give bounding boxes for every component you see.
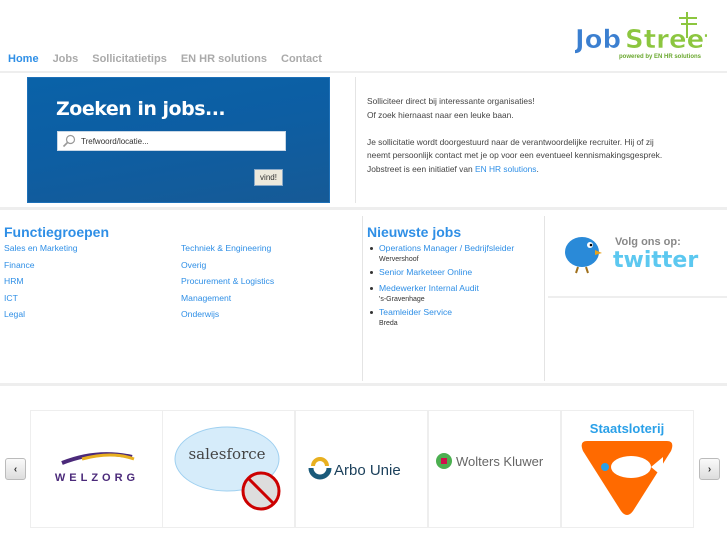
twitter-follow[interactable]: Volg ons op: twitter [560,230,710,278]
job-location: 's-Gravenhage [379,296,425,303]
divider [355,77,356,203]
twitter-label: Volg ons op: [615,236,681,248]
nieuwste-jobs-title: Nieuwste jobs [367,224,462,240]
carousel-next-button[interactable]: › [699,458,720,480]
nav-home[interactable]: Home [8,53,39,65]
salesforce-text: salesforce [188,445,265,463]
job-location: Breda [379,320,398,327]
category-link[interactable]: Overig [181,260,274,277]
search-title: Zoeken in jobs... [56,98,226,120]
category-link[interactable]: Sales en Marketing [4,243,78,260]
category-link[interactable]: ICT [4,293,78,310]
category-link[interactable]: Legal [4,309,78,326]
logo-job: Job [575,25,621,55]
carousel-prev-button[interactable]: ‹ [5,458,26,480]
intro-text: Solliciteer direct bij interessante orga… [367,95,667,176]
category-link[interactable]: Onderwijs [181,309,274,326]
job-item: Teamleider Service Breda [367,307,542,327]
divider [544,216,545,381]
intro-line: Solliciteer direct bij interessante orga… [367,96,535,106]
partner-logo-welzorg[interactable]: WELZORG [30,410,163,528]
job-item: Medewerker Internal Audit 's-Gravenhage [367,283,542,303]
logo-street: Street [625,25,707,55]
partner-logo-staatsloterij[interactable]: Staatsloterij [561,410,694,528]
nav-en-hr-solutions[interactable]: EN HR solutions [181,53,267,65]
category-link[interactable]: HRM [4,276,78,293]
partner-logo-salesforce[interactable]: salesforce [162,410,295,528]
main-nav: Home Jobs Sollicitatietips EN HR solutio… [8,53,322,65]
job-link[interactable]: Operations Manager / Bedrijfsleider [379,243,514,253]
job-link[interactable]: Senior Marketeer Online [379,267,472,277]
functiegroepen-title: Functiegroepen [4,224,110,240]
chevron-right-icon: › [707,463,712,475]
welzorg-text: WELZORG [54,472,138,484]
job-link[interactable]: Medewerker Internal Audit [379,283,479,293]
divider [548,296,727,298]
nav-sollicitatietips[interactable]: Sollicitatietips [92,53,167,65]
divider [0,207,727,210]
en-hr-link[interactable]: EN HR solutions [475,164,536,174]
nav-jobs[interactable]: Jobs [53,53,79,65]
jobs-list: Operations Manager / Bedrijfsleider Werve… [367,243,542,331]
job-item: Operations Manager / Bedrijfsleider Werve… [367,243,542,263]
divider [0,383,727,386]
divider [0,71,727,73]
search-input[interactable]: Trefwoord/locatie... [57,131,286,151]
functiegroepen-col2: Techniek & Engineering Overig Procuremen… [181,243,274,326]
category-link[interactable]: Procurement & Logistics [181,276,274,293]
intro-paragraph: Je sollicitatie wordt doorgestuurd naar … [367,136,667,177]
chevron-left-icon: ‹ [13,463,18,475]
search-panel: Zoeken in jobs... Trefwoord/locatie... v… [27,77,330,203]
partner-logo-wolters-kluwer[interactable]: Wolters Kluwer [428,410,561,528]
staatsloterij-text: Staatsloterij [590,421,664,436]
intro-end: . [536,163,539,174]
search-icon [62,134,76,148]
functiegroepen-col1: Sales en Marketing Finance HRM ICT Legal [4,243,78,326]
logo-tagline: powered by EN HR solutions [619,54,702,60]
search-button[interactable]: vind! [254,169,283,186]
job-location: Wervershoof [379,256,419,263]
nav-contact[interactable]: Contact [281,53,322,65]
wolters-kluwer-text: Wolters Kluwer [456,454,544,469]
twitter-wordmark: twitter [613,248,699,273]
partner-logo-arbo-unie[interactable]: Arbo Unie [295,410,428,528]
intro-line: Of zoek hiernaast naar een leuke baan. [367,109,514,120]
arbo-unie-text: Arbo Unie [334,462,401,479]
jobstreet-logo[interactable]: Job Street powered by EN HR solutions [573,8,717,62]
job-link[interactable]: Teamleider Service [379,307,452,317]
category-link[interactable]: Techniek & Engineering [181,243,274,260]
job-item: Senior Marketeer Online [367,267,542,277]
category-link[interactable]: Management [181,293,274,310]
search-placeholder: Trefwoord/locatie... [81,136,149,146]
category-link[interactable]: Finance [4,260,78,277]
divider [362,216,363,381]
